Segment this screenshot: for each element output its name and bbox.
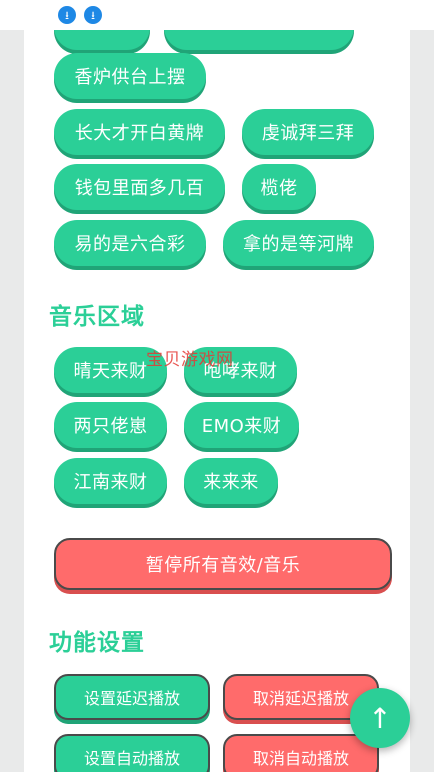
tag-button[interactable]: 香炉供台上摆 <box>54 53 206 99</box>
tag-button[interactable]: 易的是六合彩 <box>54 220 206 266</box>
scroll-to-top-button[interactable]: ↑ <box>350 688 410 748</box>
tag-button[interactable]: 榄佬 <box>242 164 316 210</box>
set-delay-play-button[interactable]: 设置延迟播放 <box>54 674 210 720</box>
music-button[interactable]: 两只佬崽 <box>54 402 167 448</box>
music-button[interactable]: 来来来 <box>184 458 278 504</box>
content-panel: 香炉供台上摆 长大才开白黄牌 虔诚拜三拜 钱包里面多几百 榄佬 易的是六合彩 拿… <box>24 0 410 772</box>
section-title-music: 音乐区域 <box>49 304 145 330</box>
cancel-auto-play-button[interactable]: 取消自动播放 <box>223 734 379 772</box>
browser-top-bar: ⭳ ⭳ <box>0 0 434 30</box>
arrow-up-icon: ↑ <box>368 701 392 735</box>
tag-button[interactable]: 钱包里面多几百 <box>54 164 225 210</box>
stop-all-audio-button[interactable]: 暂停所有音效/音乐 <box>54 538 392 590</box>
download-icon[interactable]: ⭳ <box>84 6 102 24</box>
music-button[interactable]: 江南来财 <box>54 458 167 504</box>
tag-button[interactable]: 虔诚拜三拜 <box>242 109 374 155</box>
watermark-text: 宝贝游戏网 <box>146 350 234 370</box>
tag-button[interactable]: 长大才开白黄牌 <box>54 109 225 155</box>
section-title-settings: 功能设置 <box>49 630 145 656</box>
music-button[interactable]: EMO来财 <box>184 402 299 448</box>
set-auto-play-button[interactable]: 设置自动播放 <box>54 734 210 772</box>
tag-button[interactable]: 拿的是等河牌 <box>223 220 374 266</box>
download-icon[interactable]: ⭳ <box>58 6 76 24</box>
